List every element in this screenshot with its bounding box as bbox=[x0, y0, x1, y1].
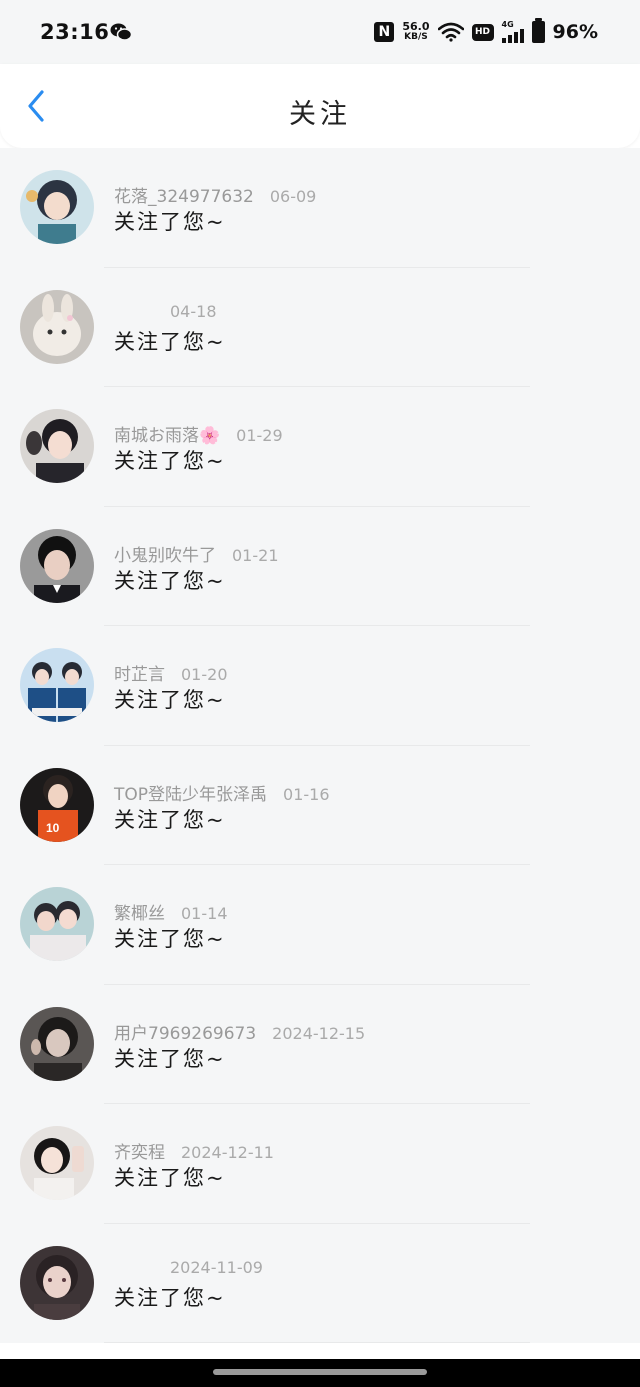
list-item[interactable]: 齐奕程 2024-12-11 关注了您~ bbox=[0, 1104, 640, 1224]
item-meta: 小鬼别吹牛了 01-21 bbox=[114, 541, 279, 566]
follow-message: 关注了您~ bbox=[114, 568, 226, 593]
system-nav-bar bbox=[0, 1359, 640, 1387]
avatar bbox=[20, 648, 94, 722]
user-name[interactable]: 繁椰丝 bbox=[114, 899, 165, 924]
follow-date: 2024-12-15 bbox=[272, 1023, 366, 1043]
follower-list: 花落_324977632 06-09 关注了您~ 04-18 关注了您~ 南城お… bbox=[0, 148, 640, 1343]
battery-icon bbox=[531, 18, 545, 43]
list-item[interactable]: 南城お雨落🌸 01-29 关注了您~ bbox=[0, 387, 640, 507]
user-name[interactable]: TOP登陆少年张泽禹 bbox=[114, 780, 267, 805]
avatar: 10 bbox=[20, 767, 94, 842]
item-meta: 用户7969269673 2024-12-15 bbox=[114, 1019, 365, 1044]
follow-message: 关注了您~ bbox=[114, 329, 226, 354]
list-item[interactable]: 花落_324977632 06-09 关注了您~ bbox=[0, 148, 640, 268]
avatar bbox=[20, 528, 94, 603]
item-meta: 2024-11-09 bbox=[170, 1258, 263, 1277]
user-name[interactable]: 时芷言 bbox=[114, 660, 165, 685]
follow-date: 2024-12-11 bbox=[181, 1143, 274, 1162]
user-name[interactable]: 齐奕程 bbox=[114, 1138, 165, 1163]
battery-percent: 96% bbox=[552, 21, 598, 43]
avatar bbox=[20, 170, 94, 244]
list-item[interactable]: 繁椰丝 01-14 关注了您~ bbox=[0, 865, 640, 985]
list-item[interactable]: 小鬼别吹牛了 01-21 关注了您~ bbox=[0, 507, 640, 626]
item-meta: 时芷言 01-20 bbox=[114, 660, 228, 685]
hd-icon: HD bbox=[471, 23, 494, 41]
status-icons: N 56.0 KB/S HD 4G 96% bbox=[374, 18, 598, 46]
follow-date: 04-18 bbox=[170, 301, 217, 321]
network-speed-value: 56.0 bbox=[402, 20, 430, 33]
follow-message: 关注了您~ bbox=[114, 807, 226, 832]
network-type: 4G bbox=[501, 20, 514, 29]
avatar bbox=[20, 1245, 94, 1320]
user-name[interactable]: 花落_324977632 bbox=[114, 182, 254, 207]
follow-date: 06-09 bbox=[269, 187, 317, 206]
avatar bbox=[20, 887, 94, 961]
avatar bbox=[20, 1006, 94, 1081]
user-name[interactable]: 用户7969269673 bbox=[114, 1019, 256, 1044]
divider bbox=[104, 1342, 530, 1343]
list-item[interactable]: 2024-11-09 关注了您~ bbox=[0, 1224, 640, 1343]
follow-date: 01-21 bbox=[232, 545, 279, 565]
avatar bbox=[20, 409, 94, 483]
wechat-icon bbox=[110, 23, 132, 41]
follow-date: 01-16 bbox=[283, 784, 330, 804]
network-speed: 56.0 KB/S bbox=[402, 20, 430, 42]
page-title: 关注 bbox=[289, 99, 351, 130]
item-meta: 花落_324977632 06-09 bbox=[114, 182, 316, 207]
follow-message: 关注了您~ bbox=[114, 688, 226, 712]
follow-date: 2024-11-09 bbox=[170, 1257, 263, 1277]
list-item[interactable]: 04-18 关注了您~ bbox=[0, 268, 640, 387]
network-speed-unit: KB/S bbox=[404, 32, 428, 42]
follow-message: 关注了您~ bbox=[114, 1285, 226, 1310]
follow-date: 01-14 bbox=[181, 904, 228, 923]
wifi-icon bbox=[437, 22, 464, 42]
item-meta: 04-18 bbox=[170, 302, 217, 321]
avatar bbox=[20, 289, 94, 364]
follow-date: 01-20 bbox=[181, 665, 228, 684]
header: 关注 bbox=[0, 64, 640, 148]
home-indicator[interactable] bbox=[213, 1369, 427, 1375]
follow-message: 关注了您~ bbox=[114, 449, 226, 473]
list-item[interactable]: 时芷言 01-20 关注了您~ bbox=[0, 626, 640, 746]
nfc-icon: N bbox=[374, 22, 395, 42]
list-item[interactable]: 用户7969269673 2024-12-15 关注了您~ bbox=[0, 985, 640, 1104]
follow-message: 关注了您~ bbox=[114, 210, 226, 234]
follow-message: 关注了您~ bbox=[114, 1166, 226, 1190]
follow-date: 01-29 bbox=[236, 426, 283, 445]
item-meta: TOP登陆少年张泽禹 01-16 bbox=[114, 780, 330, 805]
avatar bbox=[20, 1126, 94, 1200]
item-meta: 南城お雨落🌸 01-29 bbox=[114, 421, 283, 446]
svg-text:10: 10 bbox=[46, 821, 60, 835]
list-item[interactable]: 10 TOP登陆少年张泽禹 01-16 关注了您~ bbox=[0, 746, 640, 865]
follow-message: 关注了您~ bbox=[114, 927, 226, 951]
status-bar: 23:16 N 56.0 KB/S HD 4G 96% bbox=[0, 0, 640, 64]
item-meta: 繁椰丝 01-14 bbox=[114, 899, 228, 924]
status-time: 23:16 bbox=[40, 20, 110, 44]
follow-message: 关注了您~ bbox=[114, 1046, 226, 1071]
user-name[interactable]: 南城お雨落🌸 bbox=[114, 421, 220, 446]
user-name[interactable]: 小鬼别吹牛了 bbox=[114, 541, 216, 566]
item-meta: 齐奕程 2024-12-11 bbox=[114, 1138, 274, 1163]
cellular-signal-icon: 4G bbox=[501, 20, 524, 43]
